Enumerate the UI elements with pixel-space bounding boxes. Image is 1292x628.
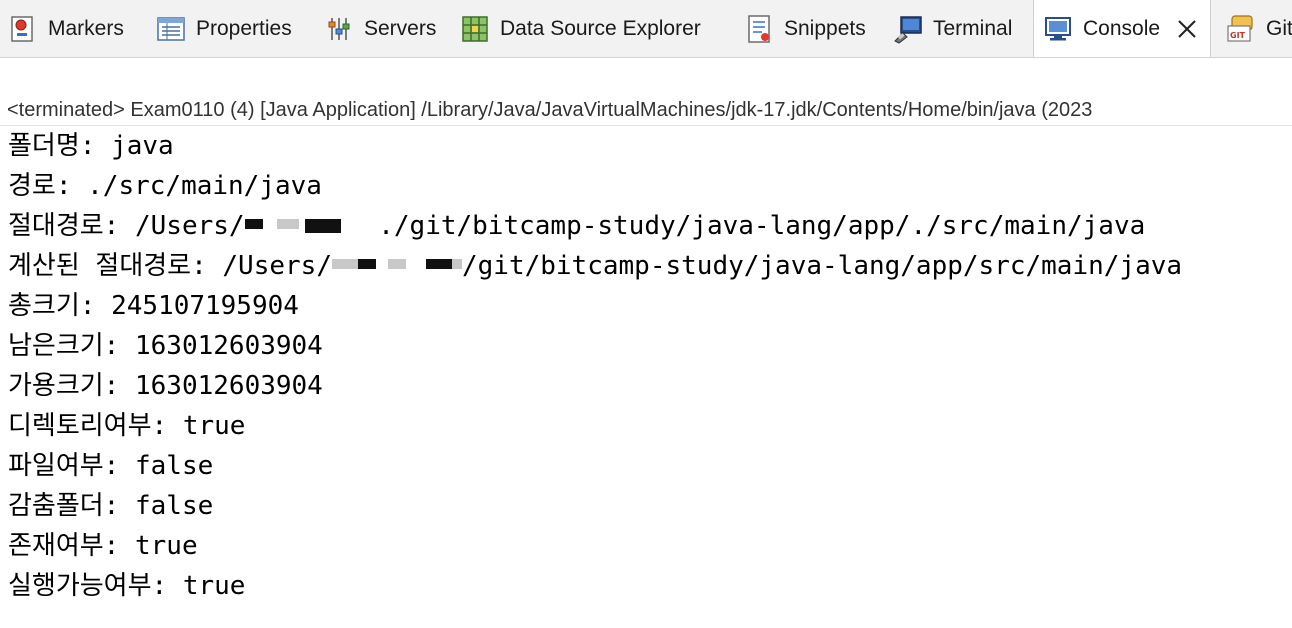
tab-console[interactable]: Console [1033,0,1212,57]
redaction-mark [387,258,406,269]
line-value: ./src/main/java [71,171,322,201]
redaction-mark [304,218,341,233]
terminal-icon [894,15,922,44]
line-label: 파일여부: [8,451,120,481]
tab-label: Snippets [784,16,866,40]
line-label: 디렉토리여부: [8,411,168,441]
line-value: 163012603904 [119,331,323,361]
console-line: 실행가능여부: true [8,566,1292,606]
line-label: 존재여부: [8,531,120,561]
line-label: 경로: [8,171,72,201]
line-value: true [167,411,246,441]
line-value: java [95,131,174,161]
line-value: 163012603904 [119,371,323,401]
line-label: 감춤폴더: [8,491,120,521]
redaction-mark [451,258,462,269]
redaction-mark [376,259,388,269]
close-icon[interactable] [1176,18,1198,40]
line-value-suffix: /git/bitcamp-study/java-lang/app/src/mai… [461,251,1183,281]
console-output[interactable]: 폴더명: java 경로: ./src/main/java 절대경로: /Use… [8,126,1292,606]
redaction-mark [425,258,452,269]
console-line: 가용크기: 163012603904 [8,366,1292,406]
console-line: 파일여부: false [8,446,1292,486]
line-value-prefix: /Users/ [206,251,332,281]
tab-markers[interactable]: Markers [8,0,124,57]
line-value: false [119,491,214,521]
tab-data-source-explorer[interactable]: Data Source Explorer [460,0,701,57]
line-label: 총크기: [8,291,96,321]
console-line: 디렉토리여부: true [8,406,1292,446]
tab-servers[interactable]: Servers [324,0,436,57]
tab-label: Console [1083,17,1161,40]
redaction-mark [331,258,358,269]
properties-icon [157,16,185,41]
tab-label: Servers [364,16,437,40]
line-value-suffix: ./git/bitcamp-study/java-lang/app/./src/… [362,211,1146,241]
redaction-mark [276,218,299,229]
console-line: 절대경로: /Users/ ./git/bitcamp-study/java-l… [8,206,1292,246]
tab-terminal[interactable]: Terminal [893,0,1012,57]
redaction-mark [244,218,263,229]
tab-label: Terminal [933,16,1013,40]
svg-text:GIT: GIT [1230,31,1246,40]
redaction-mark [263,219,277,229]
line-label: 실행가능여부: [8,571,168,601]
line-value-prefix: /Users/ [119,211,245,241]
redaction-mark [406,259,426,269]
console-line: 감춤폴더: false [8,486,1292,526]
line-label: 계산된 절대경로: [8,251,207,281]
tab-label: Data Source Explorer [500,16,701,40]
console-line: 계산된 절대경로: /Users/ /git/bitcamp-study/java… [8,246,1292,286]
line-label: 남은크기: [8,331,120,361]
redaction-mark [341,219,363,229]
console-line: 경로: ./src/main/java [8,166,1292,206]
line-value: true [167,571,246,601]
line-value: true [119,531,198,561]
tab-label: Markers [48,16,124,40]
tab-git[interactable]: GIT Git [1226,0,1292,57]
servers-icon [328,17,350,40]
line-label: 폴더명: [8,131,96,161]
tab-label: Git [1266,16,1292,40]
view-tab-bar: Markers Properties Servers Data Source E… [0,0,1292,58]
line-label: 절대경로: [8,211,120,241]
tab-label: Properties [196,16,292,40]
line-label: 가용크기: [8,371,120,401]
console-line: 존재여부: true [8,526,1292,566]
console-status-line: <terminated> Exam0110 (4) [Java Applicat… [7,99,1093,121]
console-line: 남은크기: 163012603904 [8,326,1292,366]
snippets-icon [748,14,770,43]
git-icon: GIT [1227,14,1253,42]
data-source-explorer-icon [462,15,488,42]
line-value: false [119,451,214,481]
console-line: 폴더명: java [8,126,1292,166]
tab-properties[interactable]: Properties [156,0,292,57]
line-value: 245107195904 [95,291,299,321]
redaction-mark [357,258,376,269]
console-icon [1045,17,1071,41]
tab-snippets[interactable]: Snippets [744,0,866,57]
markers-icon [11,15,33,42]
console-line: 총크기: 245107195904 [8,286,1292,326]
